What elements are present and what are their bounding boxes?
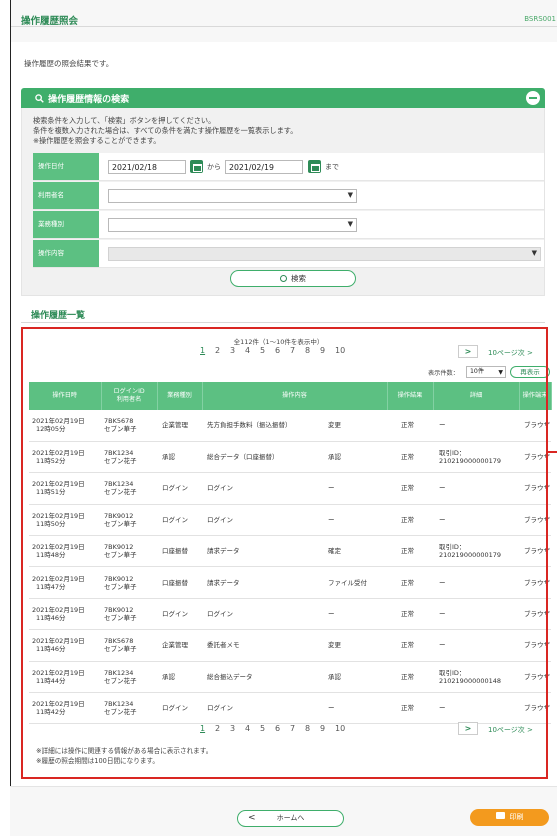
search-panel-header: 操作履歴情報の検索	[21, 88, 545, 108]
search-button-label: 検索	[291, 274, 306, 283]
category-select[interactable]: ▼	[108, 218, 357, 232]
chevron-down-icon: ▼	[347, 191, 353, 199]
list-title-divider	[21, 322, 545, 323]
content-row: 操作内容 ▼	[33, 240, 544, 268]
user-label: 利用者名	[33, 182, 99, 209]
screen-code: BSRS001	[524, 15, 556, 23]
date-label: 操作日付	[33, 153, 99, 180]
chevron-left-icon: <	[248, 813, 256, 823]
calendar-icon[interactable]	[190, 160, 203, 173]
search-panel-body: 検索条件を入力して、「検索」ボタンを押してください。 条件を複数入力された場合は…	[21, 108, 545, 296]
home-button-label: ホームへ	[276, 814, 305, 822]
content-label: 操作内容	[33, 240, 99, 267]
date-row: 操作日付 から まで	[33, 153, 544, 181]
date-from-input[interactable]	[108, 160, 186, 174]
home-button[interactable]: < ホームへ	[237, 810, 344, 827]
search-icon	[280, 275, 287, 282]
printer-icon	[495, 812, 505, 819]
search-icon	[35, 94, 44, 103]
search-panel-title-text: 操作履歴情報の検索	[48, 95, 130, 105]
search-instructions: 検索条件を入力して、「検索」ボタンを押してください。 条件を複数入力された場合は…	[33, 116, 297, 146]
content-select[interactable]: ▼	[108, 247, 541, 261]
category-row: 業務種別 ▼	[33, 211, 544, 239]
to-text: まで	[325, 163, 339, 171]
highlight-box	[21, 327, 548, 779]
instruction-line: ※操作履歴を照会することができます。	[33, 136, 161, 145]
print-button-label: 印刷	[509, 813, 524, 821]
calendar-icon[interactable]	[308, 160, 321, 173]
list-title: 操作履歴一覧	[31, 311, 86, 321]
highlight-leader-line	[548, 451, 557, 453]
header-divider	[11, 26, 557, 27]
print-button[interactable]: 印刷	[470, 809, 549, 826]
from-text: から	[207, 163, 221, 171]
instruction-line: 検索条件を入力して、「検索」ボタンを押してください。	[33, 116, 216, 125]
page-header: 操作履歴照会 BSRS001	[11, 0, 557, 42]
category-label: 業務種別	[33, 211, 99, 238]
instruction-line: 条件を複数入力された場合は、すべての条件を満たす操作履歴を一覧表示します。	[33, 126, 298, 135]
date-to-input[interactable]	[225, 160, 303, 174]
intro-text: 操作履歴の照会結果です。	[24, 59, 114, 68]
chevron-down-icon: ▼	[531, 249, 537, 257]
user-row: 利用者名 ▼	[33, 182, 544, 210]
collapse-button[interactable]	[526, 91, 540, 105]
page-title: 操作履歴照会	[21, 16, 79, 27]
search-panel-title: 操作履歴情報の検索	[35, 92, 129, 105]
chevron-down-icon: ▼	[347, 220, 353, 228]
user-select[interactable]: ▼	[108, 189, 357, 203]
search-button[interactable]: 検索	[230, 270, 356, 287]
